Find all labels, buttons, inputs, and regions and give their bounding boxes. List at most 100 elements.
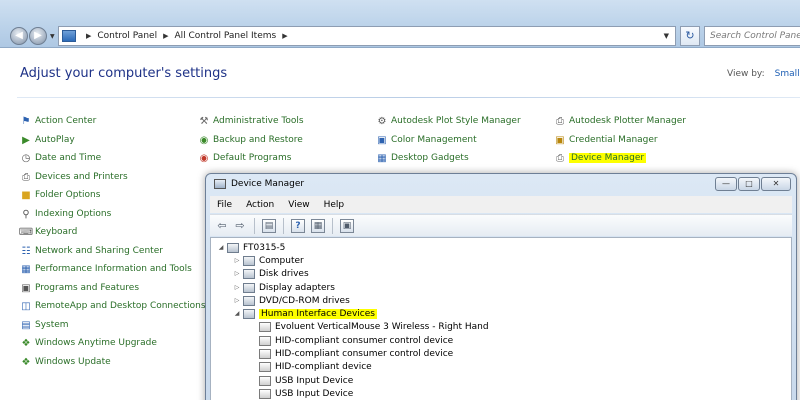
credential-icon: ▣ bbox=[555, 134, 565, 146]
properties-icon[interactable]: ▦ bbox=[311, 218, 325, 233]
keyboard-icon: ⌨ bbox=[18, 226, 34, 238]
programs-icon: ▣ bbox=[21, 282, 31, 294]
refresh-button[interactable]: ↻ bbox=[680, 26, 700, 46]
cp-item-network-sharing[interactable]: ☷ Network and Sharing Center bbox=[20, 243, 163, 259]
menu-file[interactable]: File bbox=[217, 200, 232, 210]
tree-device[interactable]: Evoluent VerticalMouse 3 Wireless - Righ… bbox=[259, 320, 489, 333]
cp-item-administrative-tools[interactable]: ⚒ Administrative Tools bbox=[198, 113, 304, 129]
tree-device[interactable]: USB Input Device bbox=[259, 387, 353, 400]
chevron-right-icon[interactable]: ▶ bbox=[86, 32, 91, 40]
breadcrumb-all-items[interactable]: All Control Panel Items bbox=[174, 31, 276, 41]
cp-item-devices-printers[interactable]: ⎙ Devices and Printers bbox=[20, 169, 128, 185]
color-management-icon: ▣ bbox=[377, 134, 387, 146]
tree-category-computer[interactable]: ▷ Computer bbox=[233, 254, 304, 267]
cp-item-windows-anytime-upgrade[interactable]: ❖ Windows Anytime Upgrade bbox=[20, 335, 157, 351]
plotter-icon: ⎙ bbox=[556, 115, 564, 127]
cp-item-backup-restore[interactable]: ◉ Backup and Restore bbox=[198, 132, 303, 148]
cp-item-autodesk-plot-style[interactable]: ⚙ Autodesk Plot Style Manager bbox=[376, 113, 521, 129]
performance-icon: ▦ bbox=[21, 263, 31, 275]
recent-pages-dropdown-icon[interactable]: ▼ bbox=[50, 33, 55, 40]
cp-item-autodesk-plotter[interactable]: ⎙ Autodesk Plotter Manager bbox=[554, 113, 686, 129]
device-manager-window: Device Manager — □ ✕ File Action View He… bbox=[205, 173, 797, 400]
breadcrumb-control-panel[interactable]: Control Panel bbox=[97, 31, 157, 41]
menu-bar: File Action View Help bbox=[210, 196, 792, 213]
tree-device[interactable]: HID-compliant consumer control device bbox=[259, 347, 453, 360]
minimize-button[interactable]: — bbox=[715, 177, 737, 191]
cp-item-keyboard[interactable]: ⌨ Keyboard bbox=[18, 224, 78, 240]
collapsed-arrow-icon[interactable]: ▷ bbox=[233, 297, 241, 304]
chevron-right-icon[interactable]: ▶ bbox=[163, 32, 168, 40]
usb-device-icon bbox=[259, 388, 271, 399]
help-icon[interactable]: ? bbox=[291, 218, 305, 233]
device-manager-titlebar[interactable]: Device Manager bbox=[214, 179, 304, 189]
cp-item-color-management[interactable]: ▣ Color Management bbox=[376, 132, 476, 148]
cp-item-credential-manager[interactable]: ▣ Credential Manager bbox=[554, 132, 657, 148]
cp-item-indexing-options[interactable]: ⚲ Indexing Options bbox=[20, 206, 111, 222]
windows-update-icon: ❖ bbox=[21, 356, 31, 368]
tree-device[interactable]: HID-compliant consumer control device bbox=[259, 334, 453, 347]
view-by-label: View by: bbox=[727, 69, 765, 79]
cp-item-programs-features[interactable]: ▣ Programs and Features bbox=[20, 280, 139, 296]
cp-item-system[interactable]: ▤ System bbox=[20, 317, 68, 333]
computer-icon bbox=[243, 255, 255, 266]
cp-item-desktop-gadgets[interactable]: ▦ Desktop Gadgets bbox=[376, 150, 468, 166]
view-by: View by: Small icons bbox=[727, 69, 800, 79]
cp-item-performance[interactable]: ▦ Performance Information and Tools bbox=[20, 261, 192, 277]
collapsed-arrow-icon[interactable]: ▷ bbox=[233, 270, 241, 277]
cp-item-default-programs[interactable]: ◉ Default Programs bbox=[198, 150, 292, 166]
chevron-right-icon[interactable]: ▶ bbox=[282, 32, 287, 40]
show-hide-console-tree-icon[interactable]: ▤ bbox=[262, 218, 276, 233]
address-dropdown-icon[interactable]: ▼ bbox=[664, 32, 669, 40]
menu-action[interactable]: Action bbox=[246, 200, 274, 210]
forward-button[interactable]: ▶ bbox=[29, 27, 47, 45]
address-bar[interactable]: ▶ Control Panel ▶ All Control Panel Item… bbox=[58, 26, 676, 46]
cp-item-autoplay[interactable]: ▶ AutoPlay bbox=[20, 132, 75, 148]
search-input[interactable]: Search Control Panel bbox=[704, 26, 800, 46]
windows-logo-icon: ❖ bbox=[21, 337, 31, 349]
toolbar: ⇦ ⇨ ▤ ? ▦ ▣ bbox=[210, 214, 792, 236]
clock-icon: ◷ bbox=[21, 152, 31, 164]
display-adapter-icon bbox=[243, 282, 255, 293]
collapsed-arrow-icon[interactable]: ▷ bbox=[233, 257, 241, 264]
tree-category-hid[interactable]: ◢ Human Interface Devices bbox=[233, 307, 377, 320]
cp-item-action-center[interactable]: ⚑ Action Center bbox=[20, 113, 97, 129]
menu-help[interactable]: Help bbox=[324, 200, 345, 210]
device-tree[interactable]: ◢ FT0315-5 ▷ Computer ▷ Disk drives ▷ Displa… bbox=[210, 237, 792, 400]
toolbar-separator bbox=[283, 217, 284, 234]
system-icon: ▤ bbox=[21, 319, 31, 331]
view-by-dropdown[interactable]: Small icons bbox=[775, 69, 800, 79]
tree-category-dvd-drives[interactable]: ▷ DVD/CD-ROM drives bbox=[233, 294, 350, 307]
cp-item-device-manager[interactable]: ⎙ Device Manager bbox=[554, 150, 647, 166]
tree-category-display-adapters[interactable]: ▷ Display adapters bbox=[233, 281, 335, 294]
hid-device-icon bbox=[259, 335, 271, 346]
cp-item-folder-options[interactable]: ■ Folder Options bbox=[20, 187, 100, 203]
collapsed-arrow-icon[interactable]: ▷ bbox=[233, 284, 241, 291]
back-arrow-icon[interactable]: ⇦ bbox=[214, 218, 230, 234]
menu-view[interactable]: View bbox=[288, 200, 309, 210]
magnifier-icon: ⚲ bbox=[22, 208, 30, 220]
remote-desktop-icon: ◫ bbox=[21, 300, 31, 312]
folder-icon: ■ bbox=[21, 189, 31, 201]
expanded-arrow-icon[interactable]: ◢ bbox=[233, 310, 241, 317]
control-panel-titlebar: ◀ ▶ ▼ ▶ Control Panel ▶ All Control Pane… bbox=[0, 0, 800, 48]
tree-category-disk-drives[interactable]: ▷ Disk drives bbox=[233, 267, 309, 280]
disk-drive-icon bbox=[243, 268, 255, 279]
device-manager-icon: ⎙ bbox=[556, 152, 564, 164]
forward-arrow-icon[interactable]: ⇨ bbox=[232, 218, 248, 234]
divider bbox=[17, 97, 800, 98]
close-button[interactable]: ✕ bbox=[761, 177, 791, 191]
tree-device[interactable]: USB Input Device bbox=[259, 374, 353, 387]
expanded-arrow-icon[interactable]: ◢ bbox=[217, 244, 225, 251]
cp-item-remoteapp[interactable]: ◫ RemoteApp and Desktop Connections bbox=[20, 298, 205, 314]
hid-icon bbox=[243, 308, 255, 319]
cp-item-date-time[interactable]: ◷ Date and Time bbox=[20, 150, 102, 166]
tree-root[interactable]: ◢ FT0315-5 bbox=[217, 241, 285, 254]
back-button[interactable]: ◀ bbox=[10, 27, 28, 45]
hid-device-icon bbox=[259, 348, 271, 359]
cp-item-windows-update[interactable]: ❖ Windows Update bbox=[20, 354, 111, 370]
scan-hardware-icon[interactable]: ▣ bbox=[340, 218, 354, 233]
hid-device-icon bbox=[259, 361, 271, 372]
maximize-button[interactable]: □ bbox=[738, 177, 760, 191]
window-title: Device Manager bbox=[231, 179, 305, 189]
tree-device[interactable]: HID-compliant device bbox=[259, 360, 372, 373]
